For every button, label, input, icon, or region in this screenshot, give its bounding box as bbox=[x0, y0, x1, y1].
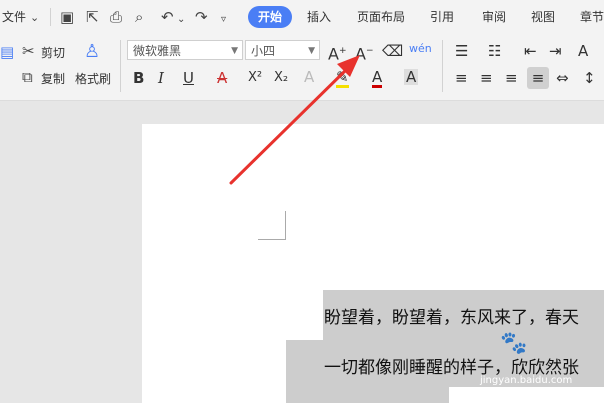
arrow-shaft bbox=[229, 66, 350, 185]
annotation-arrow bbox=[229, 55, 360, 185]
